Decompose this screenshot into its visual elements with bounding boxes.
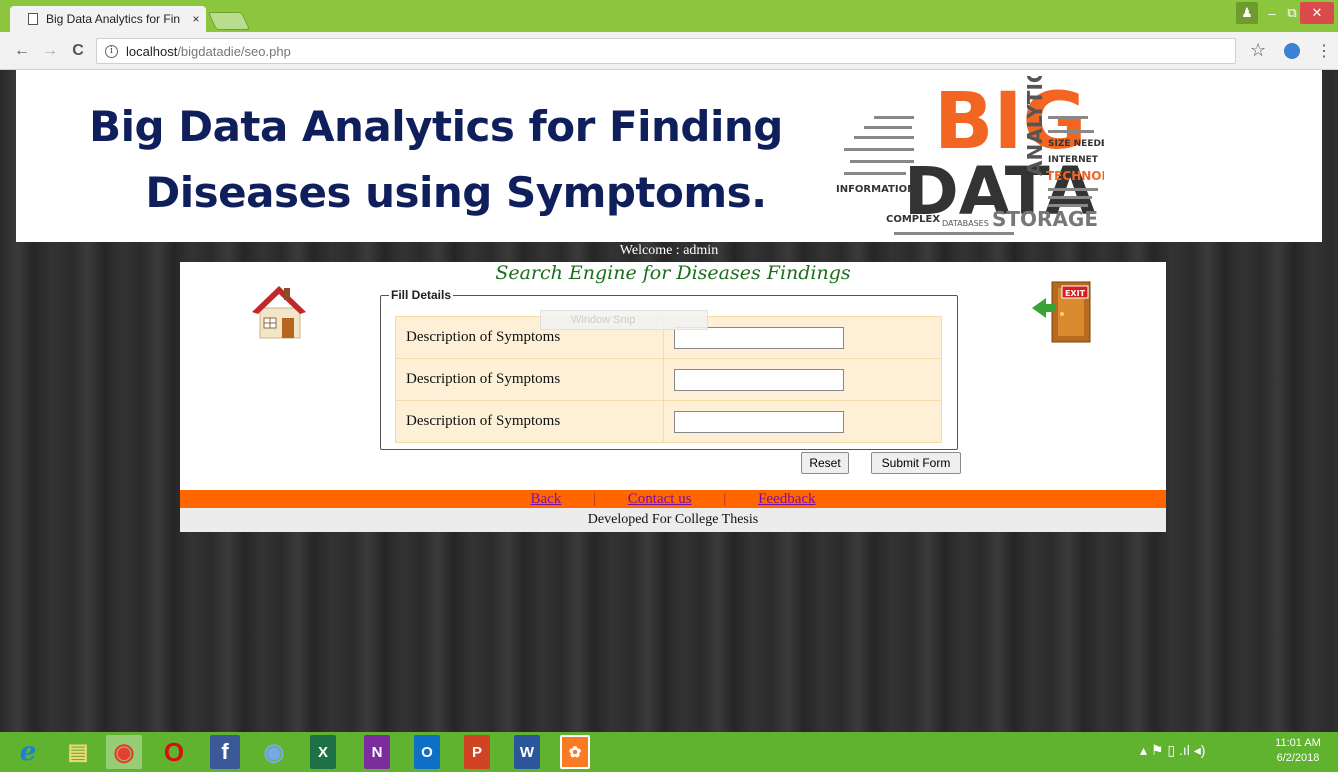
logo-technologies: TECHNOLOGIES <box>1046 169 1104 183</box>
browser-toolbar: ← → C i localhost/bigdatadie/seo.php ☆ ⋮ <box>0 32 1338 70</box>
page-icon <box>28 13 38 25</box>
close-window-button[interactable]: ✕ <box>1300 2 1334 24</box>
logo-databases: DATABASES <box>942 219 989 228</box>
ie-icon[interactable]: e <box>10 735 46 769</box>
page-heading-line2: Diseases using Symptoms. <box>145 168 767 217</box>
new-tab-button[interactable] <box>207 12 251 30</box>
browser-titlebar: Big Data Analytics for Fin × ♟ – ⧉ ✕ <box>0 0 1338 32</box>
reset-button[interactable]: Reset <box>801 452 849 474</box>
tab-close-icon[interactable]: × <box>186 12 206 26</box>
url-host: localhost <box>126 43 178 59</box>
maximize-button[interactable]: ⧉ <box>1284 2 1300 24</box>
symptom-label-2: Description of Symptoms <box>395 358 664 401</box>
footer-text: Developed For College Thesis <box>180 508 1166 532</box>
footer-links-bar: Back | Contact us | Feedback <box>180 490 1166 508</box>
taskbar-clock[interactable]: 11:01 AM 6/2/2018 <box>1262 736 1334 766</box>
logo-information: INFORMATION <box>836 184 915 195</box>
profile-icon[interactable]: ♟ <box>1236 2 1258 24</box>
extension-icon[interactable] <box>1284 43 1300 59</box>
big-data-wordcloud-logo: BIG DATA ANALYTICS TECHNOLOGIES STORAGE … <box>836 76 1104 235</box>
fieldset-legend: Fill Details <box>391 288 452 302</box>
xampp-icon[interactable]: ✿ <box>560 735 590 769</box>
logo-analytics: ANALYTICS <box>1023 76 1047 176</box>
search-panel: Search Engine for Diseases Findings EXIT… <box>180 262 1166 490</box>
logo-internet: INTERNET <box>1048 155 1099 165</box>
file-explorer-icon[interactable]: ▤ <box>60 735 96 769</box>
info-icon[interactable]: i <box>105 44 118 58</box>
page-background: Big Data Analytics for Finding Diseases … <box>0 70 1338 732</box>
clock-date: 6/2/2018 <box>1276 752 1320 764</box>
form-row: Description of Symptoms <box>395 358 942 401</box>
bookmark-star-icon[interactable]: ☆ <box>1250 40 1266 61</box>
back-link[interactable]: Back <box>530 491 561 507</box>
exit-door-icon[interactable]: EXIT <box>1028 278 1098 344</box>
onenote-icon[interactable]: N <box>364 735 390 769</box>
browser-tab[interactable]: Big Data Analytics for Fin × <box>10 6 206 32</box>
feedback-link[interactable]: Feedback <box>758 491 815 507</box>
window-snip-overlay: Window Snip <box>540 310 708 330</box>
welcome-text: Welcome : admin <box>619 243 719 258</box>
logo-complex: COMPLEX <box>886 214 940 225</box>
minimize-button[interactable]: – <box>1264 2 1280 24</box>
address-bar[interactable]: i localhost/bigdatadie/seo.php <box>96 38 1236 64</box>
excel-icon[interactable]: X <box>310 735 336 769</box>
windows-taskbar: e ▤ ◉ O f ◉ X N O P W ✿ ▴ ⚑ ▯ .ıl ◂) 11:… <box>0 732 1338 772</box>
opera-icon[interactable]: O <box>156 735 192 769</box>
forward-arrow-icon[interactable]: → <box>40 41 60 61</box>
symptoms-form-table: Description of Symptoms Description of S… <box>395 316 942 443</box>
chromium-icon[interactable]: ◉ <box>256 735 292 769</box>
exit-label: EXIT <box>1065 289 1086 298</box>
link-separator: | <box>593 491 597 507</box>
contact-us-link[interactable]: Contact us <box>628 491 692 507</box>
logo-storage: STORAGE <box>992 207 1098 231</box>
outlook-icon[interactable]: O <box>414 735 440 769</box>
url-path: /bigdatadie/seo.php <box>177 43 291 59</box>
panel-title: Search Engine for Diseases Findings <box>495 262 851 284</box>
submit-form-button[interactable]: Submit Form <box>871 452 961 474</box>
reload-icon[interactable]: C <box>68 41 88 61</box>
symptom-input-3[interactable] <box>674 410 844 433</box>
form-row: Description of Symptoms <box>395 400 942 443</box>
page-heading-line1: Big Data Analytics for Finding <box>89 102 783 151</box>
link-separator: | <box>723 491 727 507</box>
chrome-icon[interactable]: ◉ <box>106 735 142 769</box>
symptom-label-3: Description of Symptoms <box>395 400 664 443</box>
tab-title: Big Data Analytics for Fin <box>46 12 181 26</box>
home-icon[interactable] <box>248 280 310 342</box>
logo-size-needed: SIZE NEEDED <box>1048 139 1104 149</box>
header-banner: Big Data Analytics for Finding Diseases … <box>16 70 1322 242</box>
browser-menu-icon[interactable]: ⋮ <box>1316 41 1332 61</box>
system-tray[interactable]: ▴ ⚑ ▯ .ıl ◂) <box>1140 742 1205 759</box>
clock-time: 11:01 AM <box>1275 737 1321 749</box>
word-icon[interactable]: W <box>514 735 540 769</box>
symptom-input-2[interactable] <box>674 368 844 391</box>
back-arrow-icon[interactable]: ← <box>12 41 32 61</box>
facebook-icon[interactable]: f <box>210 735 240 769</box>
powerpoint-icon[interactable]: P <box>464 735 490 769</box>
